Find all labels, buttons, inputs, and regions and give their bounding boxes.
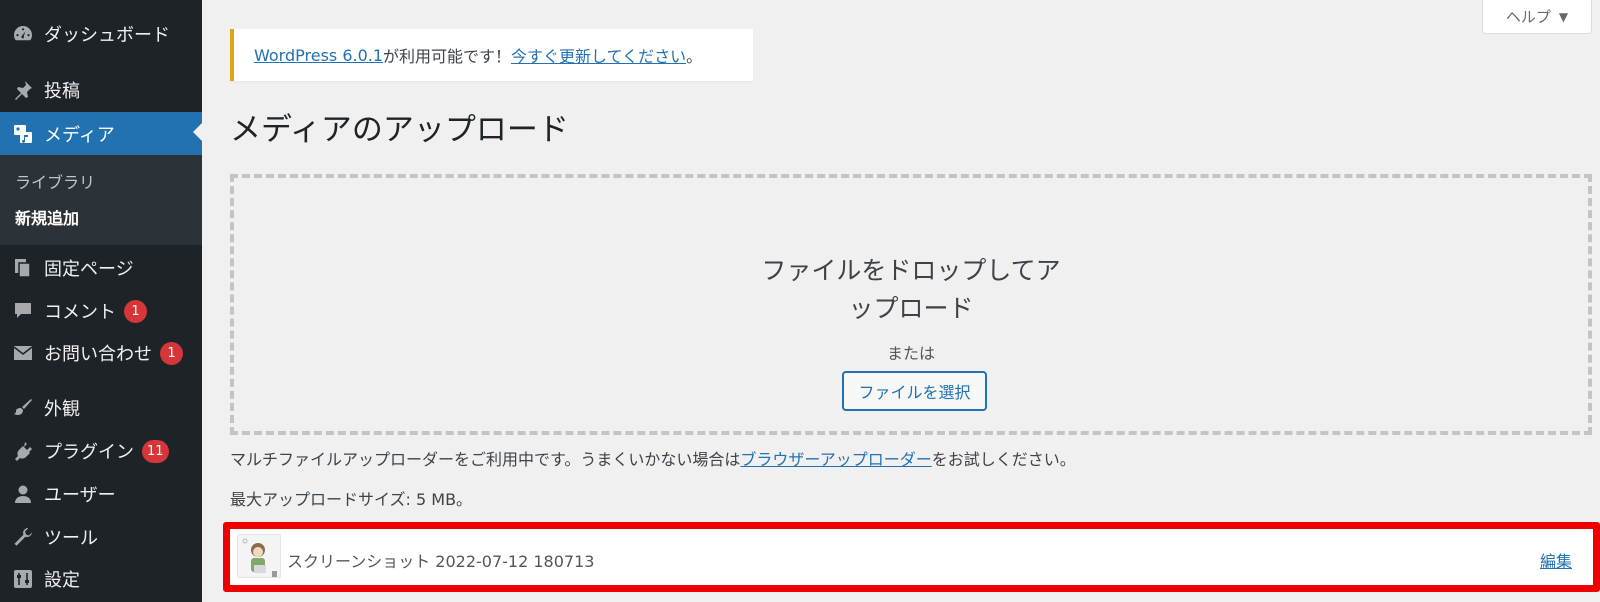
- settings-icon: [11, 567, 35, 591]
- help-label: ヘルプ: [1505, 8, 1551, 26]
- uploader-info-suffix: をお試しください。: [931, 450, 1076, 469]
- menu-label: 固定ページ: [44, 259, 134, 280]
- menu-item-users[interactable]: ユーザー: [0, 474, 202, 514]
- admin-sidebar: ダッシュボード 投稿 メディア ライブラリ 新規追加 固定ページ コメント 1 …: [0, 0, 202, 602]
- pages-icon: [11, 256, 35, 280]
- update-notice: WordPress 6.0.1 が利用可能です！ 今すぐ更新してください 。: [230, 29, 753, 81]
- menu-item-comments[interactable]: コメント 1: [0, 291, 202, 331]
- menu-item-tools[interactable]: ツール: [0, 517, 202, 557]
- page-title: メディアのアップロード: [230, 112, 569, 148]
- pushpin-icon: [11, 78, 35, 102]
- wordpress-version-link[interactable]: WordPress 6.0.1: [254, 46, 383, 65]
- plugin-icon: [11, 439, 35, 463]
- menu-item-settings[interactable]: 設定: [0, 559, 202, 599]
- submenu-library[interactable]: ライブラリ: [15, 169, 95, 193]
- menu-label: 外観: [44, 399, 80, 420]
- menu-item-contact[interactable]: お問い合わせ 1: [0, 333, 202, 373]
- comment-icon: [11, 299, 35, 323]
- help-tab-button[interactable]: ヘルプ ▼: [1482, 0, 1592, 34]
- menu-label: 設定: [44, 570, 80, 591]
- max-upload-size: 最大アップロードサイズ: 5 MB。: [230, 490, 473, 509]
- menu-item-appearance[interactable]: 外観: [0, 388, 202, 428]
- media-icon: [11, 122, 35, 146]
- menu-item-plugins[interactable]: プラグイン 11: [0, 431, 202, 471]
- menu-label: プラグイン: [44, 442, 134, 463]
- drop-line-1: ファイルをドロップしてア: [761, 256, 1061, 285]
- paintbrush-icon: [11, 396, 35, 420]
- caret-down-icon: ▼: [1558, 9, 1569, 24]
- submenu-add-new[interactable]: 新規追加: [15, 205, 79, 229]
- wrench-icon: [11, 525, 35, 549]
- menu-label: ツール: [44, 528, 98, 549]
- menu-item-pages[interactable]: 固定ページ: [0, 248, 202, 288]
- highlight-annotation: [223, 522, 1600, 592]
- update-now-link[interactable]: 今すぐ更新してください: [511, 43, 686, 67]
- select-files-button[interactable]: ファイルを選択: [842, 371, 987, 411]
- notice-end: 。: [686, 47, 703, 66]
- uploader-info: マルチファイルアップローダーをご利用中です。うまくいかない場合はブラウザーアップ…: [230, 446, 1076, 470]
- menu-label: 投稿: [44, 81, 80, 102]
- drop-instructions: ファイルをドロップしてア ップロード: [234, 252, 1588, 328]
- uploader-info-prefix: マルチファイルアップローダーをご利用中です。うまくいかない場合は: [230, 450, 741, 469]
- file-drop-zone[interactable]: ファイルをドロップしてア ップロード または ファイルを選択: [230, 174, 1592, 435]
- mail-icon: [11, 341, 35, 365]
- menu-item-posts[interactable]: 投稿: [0, 70, 202, 110]
- notice-text: が利用可能です！: [383, 47, 512, 66]
- menu-label: お問い合わせ: [44, 344, 152, 365]
- dashboard-icon: [11, 22, 35, 46]
- comment-count-badge: 1: [124, 299, 147, 323]
- menu-label: コメント: [44, 302, 116, 323]
- menu-label: ダッシュボード: [44, 25, 170, 46]
- menu-label: ユーザー: [44, 485, 116, 506]
- plugin-update-badge: 11: [142, 439, 169, 463]
- drop-or-text: または: [886, 344, 935, 363]
- contact-count-badge: 1: [160, 341, 183, 365]
- menu-label: メディア: [44, 125, 115, 146]
- browser-uploader-link[interactable]: ブラウザーアップローダー: [740, 450, 931, 469]
- media-submenu: ライブラリ 新規追加: [0, 155, 202, 245]
- menu-item-dashboard[interactable]: ダッシュボード: [0, 14, 202, 54]
- drop-line-2: ップロード: [848, 294, 974, 323]
- menu-item-media[interactable]: メディア: [0, 112, 202, 156]
- user-icon: [11, 482, 35, 506]
